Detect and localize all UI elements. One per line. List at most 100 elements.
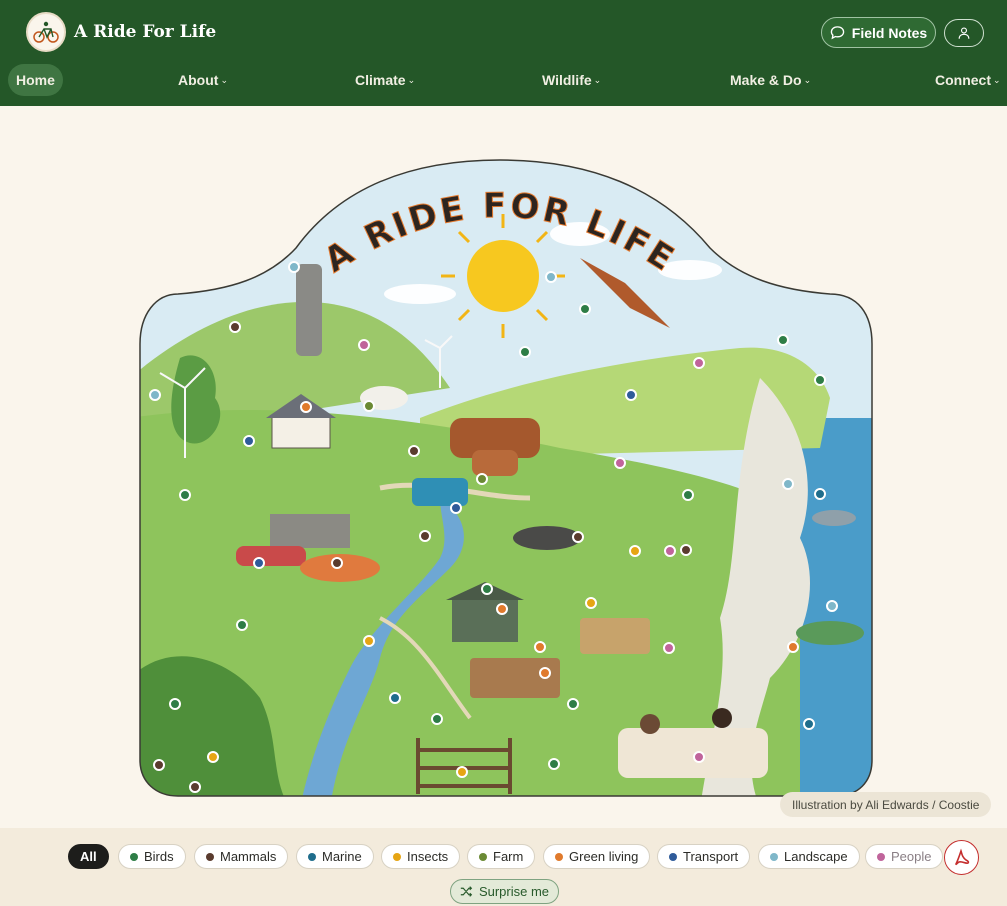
surprise-me-button[interactable]: Surprise me — [450, 879, 559, 904]
illustrated-map[interactable]: A RIDE FOR LIFE — [0, 118, 1007, 826]
hotspot-mammals[interactable] — [419, 530, 431, 542]
category-dot — [308, 852, 316, 861]
hotspot-insects[interactable] — [629, 545, 641, 557]
hotspot-birds[interactable] — [548, 758, 560, 770]
hotspot-people[interactable] — [663, 642, 675, 654]
hotspot-mammals[interactable] — [189, 781, 201, 793]
filter-marine[interactable]: Marine — [296, 844, 374, 869]
hotspot-insects[interactable] — [585, 597, 597, 609]
hotspot-landscape[interactable] — [288, 261, 300, 273]
chevron-down-icon: ⌄ — [993, 74, 1001, 85]
hotspot-landscape[interactable] — [149, 389, 161, 401]
field-notes-button[interactable]: Field Notes — [821, 17, 936, 48]
brand[interactable]: A Ride For Life — [26, 12, 216, 52]
filter-insects[interactable]: Insects — [381, 844, 461, 869]
category-dot — [877, 852, 885, 861]
download-pdf-button[interactable] — [944, 840, 979, 875]
hotspot-birds[interactable] — [481, 583, 493, 595]
nav-about[interactable]: About ⌄ — [178, 64, 228, 96]
hotspot-mammals[interactable] — [572, 531, 584, 543]
hotspot-mammals[interactable] — [680, 544, 692, 556]
category-dot — [479, 852, 487, 861]
chip-label: Marine — [322, 849, 362, 864]
filter-farm[interactable]: Farm — [467, 844, 536, 869]
filter-birds[interactable]: Birds — [118, 844, 186, 869]
hotspot-people[interactable] — [693, 357, 705, 369]
hotspot-birds[interactable] — [567, 698, 579, 710]
filter-people[interactable]: People — [865, 844, 944, 869]
hotspot-birds[interactable] — [777, 334, 789, 346]
category-dot — [130, 852, 138, 861]
nav-label: Make & Do — [730, 72, 802, 88]
hotspot-birds[interactable] — [431, 713, 443, 725]
nav-connect[interactable]: Connect ⌄ — [935, 64, 1001, 96]
hotspot-birds[interactable] — [179, 489, 191, 501]
dolphin-illustration — [812, 510, 856, 526]
nav-wildlife[interactable]: Wildlife ⌄ — [542, 64, 601, 96]
hotspot-farm[interactable] — [363, 400, 375, 412]
hotspot-people[interactable] — [358, 339, 370, 351]
hotspot-insects[interactable] — [363, 635, 375, 647]
hotspot-birds[interactable] — [169, 698, 181, 710]
bus-illustration — [412, 478, 468, 506]
chat-bubble-icon — [830, 26, 845, 40]
chip-label: All — [80, 849, 97, 864]
filter-landscape[interactable]: Landscape — [758, 844, 860, 869]
chevron-down-icon: ⌄ — [803, 74, 812, 85]
brand-logo — [26, 12, 66, 52]
hotspot-transport[interactable] — [253, 557, 265, 569]
filter-mammals[interactable]: Mammals — [194, 844, 289, 869]
hotspot-farm[interactable] — [476, 473, 488, 485]
rowing-boat-illustration — [796, 621, 864, 645]
train-illustration — [236, 546, 306, 566]
hotspot-green-living[interactable] — [496, 603, 508, 615]
hotspot-birds[interactable] — [519, 346, 531, 358]
hotspot-mammals[interactable] — [153, 759, 165, 771]
hotspot-green-living[interactable] — [534, 641, 546, 653]
hotspot-transport[interactable] — [243, 435, 255, 447]
account-button[interactable] — [944, 19, 984, 47]
hotspot-marine[interactable] — [814, 488, 826, 500]
hotspot-birds[interactable] — [814, 374, 826, 386]
hotspot-green-living[interactable] — [539, 667, 551, 679]
hotspot-marine[interactable] — [389, 692, 401, 704]
nav-climate[interactable]: Climate ⌄ — [355, 64, 415, 96]
chevron-down-icon: ⌄ — [593, 74, 602, 85]
hotspot-marine[interactable] — [803, 718, 815, 730]
nav-make-and-do[interactable]: Make & Do ⌄ — [730, 64, 811, 96]
hotspot-birds[interactable] — [579, 303, 591, 315]
category-dot — [206, 852, 214, 861]
hotspot-green-living[interactable] — [300, 401, 312, 413]
hotspot-landscape[interactable] — [826, 600, 838, 612]
category-dot — [393, 852, 401, 861]
hotspot-insects[interactable] — [456, 766, 468, 778]
hotspot-birds[interactable] — [682, 489, 694, 501]
hotspot-insects[interactable] — [207, 751, 219, 763]
pdf-icon — [954, 847, 969, 865]
filter-transport[interactable]: Transport — [657, 844, 751, 869]
hotspot-people[interactable] — [664, 545, 676, 557]
hotspot-transport[interactable] — [450, 502, 462, 514]
hotspot-mammals[interactable] — [331, 557, 343, 569]
filter-all[interactable]: All — [68, 844, 109, 869]
chevron-down-icon: ⌄ — [407, 74, 416, 85]
hotspot-people[interactable] — [614, 457, 626, 469]
category-dot — [770, 852, 778, 861]
hotspot-birds[interactable] — [236, 619, 248, 631]
hotspot-green-living[interactable] — [787, 641, 799, 653]
hotspot-landscape[interactable] — [782, 478, 794, 490]
filter-green-living[interactable]: Green living — [543, 844, 651, 869]
nav-label: Home — [16, 72, 55, 88]
hotspot-landscape[interactable] — [545, 271, 557, 283]
nav-home[interactable]: Home — [8, 64, 63, 96]
chip-label: Farm — [493, 849, 524, 864]
brand-name: A Ride For Life — [74, 22, 217, 42]
chip-label: Transport — [683, 849, 739, 864]
site-header: A Ride For Life Field Notes Home About ⌄ … — [0, 0, 1007, 106]
hotspot-people[interactable] — [693, 751, 705, 763]
shuffle-icon — [460, 886, 473, 897]
hotspot-transport[interactable] — [625, 389, 637, 401]
hotspot-mammals[interactable] — [408, 445, 420, 457]
hotspot-mammals[interactable] — [229, 321, 241, 333]
badger-illustration — [513, 526, 581, 550]
